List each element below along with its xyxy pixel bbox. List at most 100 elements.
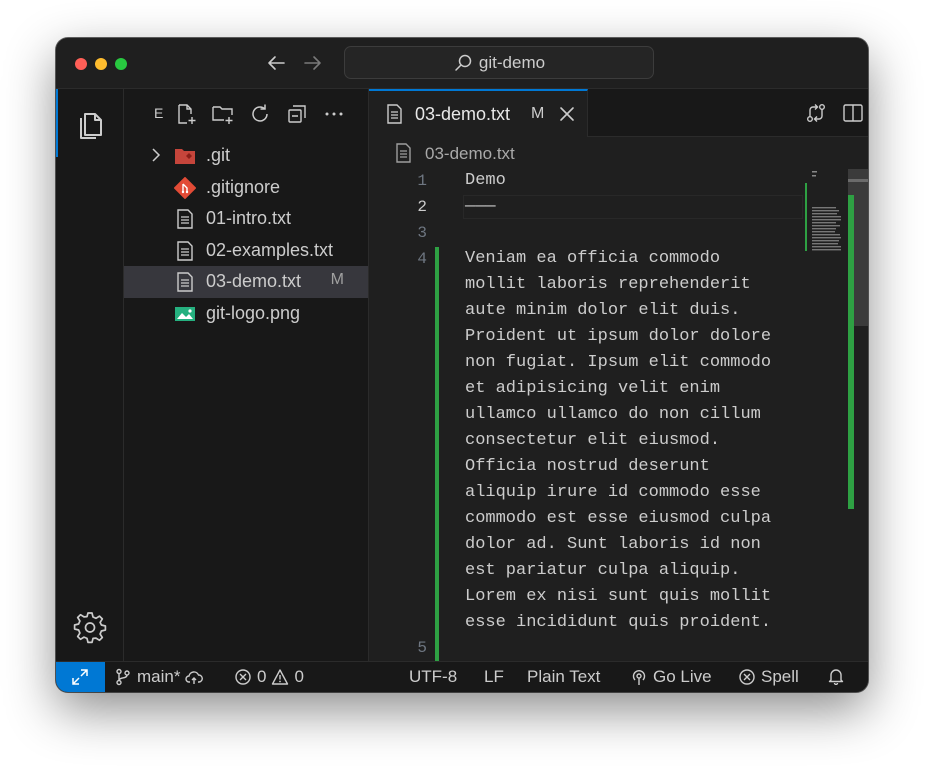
spell-check-icon <box>739 669 755 685</box>
tree-item-02-examples[interactable]: 02-examples.txt <box>124 235 368 267</box>
code-line: ——— <box>465 197 496 216</box>
git-branch-icon <box>116 668 130 686</box>
forward-button[interactable] <box>300 50 326 76</box>
explorer-title: E <box>154 105 164 121</box>
file-name: .git <box>206 145 231 165</box>
code-line: ullamco ullamco do non cillum <box>465 405 761 424</box>
open-changes-icon <box>807 104 825 122</box>
split-editor-button[interactable] <box>841 101 865 125</box>
files-icon <box>80 113 102 139</box>
go-live-item[interactable]: Go Live <box>630 667 712 687</box>
tree-item-git-logo[interactable]: git-logo.png <box>124 298 368 330</box>
command-center-search[interactable]: git-demo <box>344 46 654 79</box>
more-button[interactable] <box>322 102 346 126</box>
scrollbar-cursor-marker <box>848 179 868 182</box>
text-file-icon <box>177 209 193 229</box>
line-number: 2 <box>417 198 427 216</box>
line-number: 5 <box>417 639 427 657</box>
cloud-sync-icon[interactable] <box>185 668 204 686</box>
eol-item[interactable]: LF <box>484 667 504 687</box>
file-tree: .git .gitignore 01-intro.txt 02-examples… <box>124 140 368 329</box>
refresh-button[interactable] <box>248 102 272 126</box>
text-editor[interactable]: 1 2 3 4 5 Demo ——— Veniam ea officia com… <box>369 169 868 661</box>
problems-item[interactable]: 0 0 <box>234 667 304 687</box>
line-number: 3 <box>417 224 427 242</box>
vscode-window: git-demo E .git .gitignore 01-intro.txt … <box>56 38 868 692</box>
code-line: aute minim dolor elit duis. <box>465 301 741 320</box>
explorer-sidebar: E .git .gitignore 01-intro.txt 02-exampl… <box>124 89 369 661</box>
more-icon <box>325 112 343 116</box>
code-line: est pariatur culpa aliquip. <box>465 561 741 580</box>
image-file-icon <box>175 306 195 321</box>
warning-count: 0 <box>294 667 304 686</box>
new-folder-icon <box>212 106 233 124</box>
scrollbar-change-marker <box>848 195 854 509</box>
code-line: dolor ad. Sunt laboris id non <box>465 535 761 554</box>
open-changes-button[interactable] <box>804 101 828 125</box>
breadcrumb-file[interactable]: 03-demo.txt <box>425 144 515 164</box>
spell-item[interactable]: Spell <box>738 667 799 687</box>
tab-label: 03-demo.txt <box>415 104 511 124</box>
code-line: consectetur elit eiusmod. <box>465 431 721 450</box>
minimap[interactable] <box>811 169 847 259</box>
collapse-all-button[interactable] <box>285 102 309 126</box>
vertical-scrollbar[interactable] <box>848 169 868 661</box>
tree-item-gitignore[interactable]: .gitignore <box>124 172 368 204</box>
error-icon <box>235 669 251 685</box>
code-line: Officia nostrud deserunt <box>465 457 710 476</box>
git-added-gutter <box>435 247 439 661</box>
arrow-left-icon <box>268 56 285 70</box>
editor-tab-bar: 03-demo.txt M <box>369 89 868 137</box>
line-number: 1 <box>417 172 427 190</box>
active-indicator <box>56 89 58 157</box>
code-line: mollit laboris reprehenderit <box>465 275 751 294</box>
go-live-label: Go Live <box>653 667 712 686</box>
back-button[interactable] <box>263 50 289 76</box>
code-line: aliquip irure id commodo esse <box>465 483 761 502</box>
modified-badge: M <box>330 271 344 288</box>
branch-item[interactable]: main* <box>114 667 204 687</box>
remote-icon <box>72 669 88 685</box>
tree-item-03-demo[interactable]: 03-demo.txt M <box>124 266 368 298</box>
broadcast-icon <box>632 670 646 685</box>
text-file-icon <box>387 104 402 124</box>
code-line: et adipisicing velit enim <box>465 379 721 398</box>
code-line: Demo <box>465 171 506 190</box>
tree-item-01-intro[interactable]: 01-intro.txt <box>124 203 368 235</box>
manage-button[interactable] <box>72 609 108 645</box>
explorer-header: E <box>124 89 369 139</box>
zoom-window-button[interactable] <box>115 58 127 70</box>
close-window-button[interactable] <box>75 58 87 70</box>
encoding-label: UTF-8 <box>409 667 458 686</box>
git-folder-icon <box>175 149 195 164</box>
code-line: Proident ut ipsum dolor dolore <box>465 327 772 346</box>
code-line: Veniam ea officia commodo <box>465 249 721 268</box>
command-center-label: git-demo <box>478 52 546 72</box>
new-file-icon <box>178 104 196 124</box>
language-label: Plain Text <box>527 667 601 686</box>
file-name: 03-demo.txt <box>206 271 302 291</box>
minimize-window-button[interactable] <box>95 58 107 70</box>
close-icon[interactable] <box>558 105 576 123</box>
code-line: commodo est esse eiusmod culpa <box>465 509 772 528</box>
collapse-all-icon <box>288 105 306 123</box>
tree-item-git-folder[interactable]: .git <box>124 140 368 172</box>
language-mode-item[interactable]: Plain Text <box>527 667 600 687</box>
explorer-button[interactable] <box>72 105 108 141</box>
arrow-right-icon <box>304 56 321 70</box>
notifications-button[interactable] <box>827 667 845 685</box>
code-line: non fugiat. Ipsum elit commodo <box>465 353 772 372</box>
new-folder-button[interactable] <box>211 102 235 126</box>
breadcrumb: 03-demo.txt <box>369 137 868 169</box>
remote-button[interactable] <box>56 662 105 692</box>
new-file-button[interactable] <box>174 102 198 126</box>
text-file-icon <box>177 240 193 261</box>
git-file-icon <box>174 176 196 199</box>
spell-label: Spell <box>761 667 799 686</box>
tab-modified-badge: M <box>531 105 545 122</box>
minimap-change-marker <box>805 183 807 251</box>
status-bar: main* 0 0 UTF-8 LF Plain Text Go Live Sp… <box>56 661 868 692</box>
title-bar: git-demo <box>56 38 868 89</box>
encoding-item[interactable]: UTF-8 <box>409 667 457 687</box>
tab-03-demo[interactable]: 03-demo.txt M <box>369 89 588 137</box>
